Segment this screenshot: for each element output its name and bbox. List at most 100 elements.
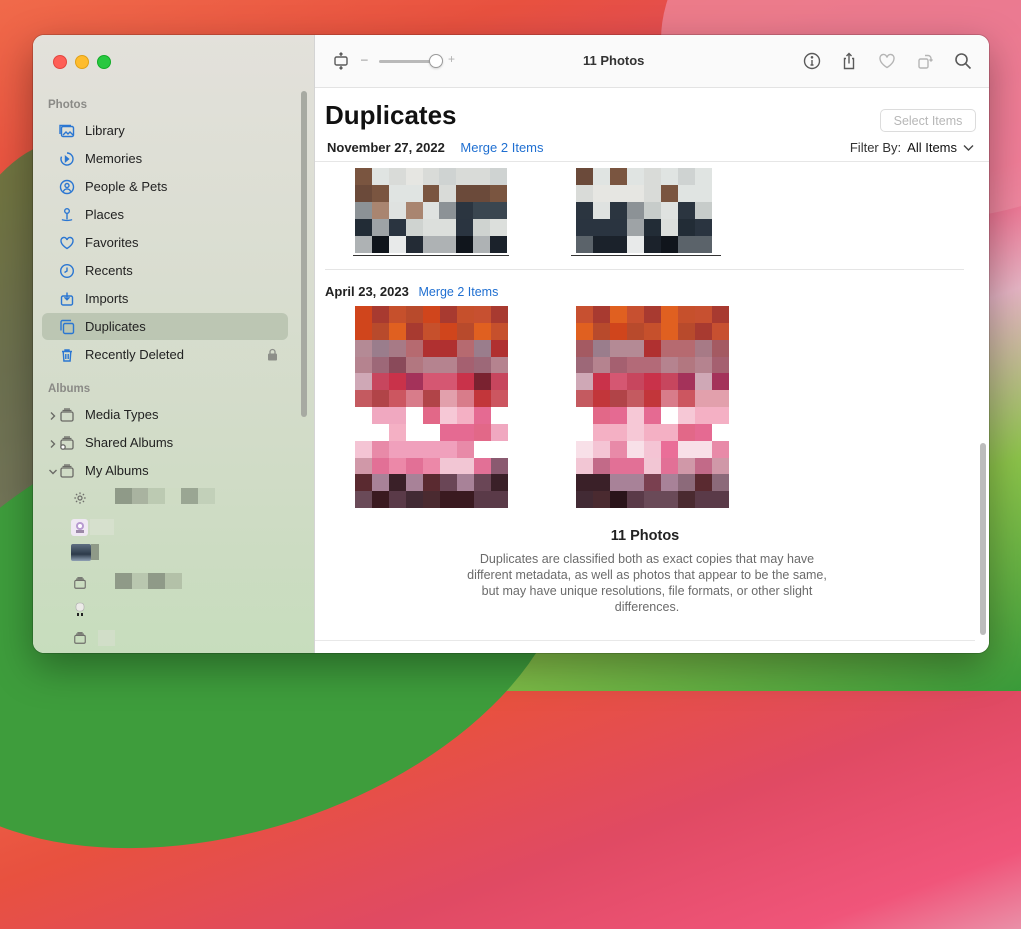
import-icon: [58, 290, 76, 308]
gear-icon: [71, 490, 88, 507]
zoom-in-label: +: [448, 52, 456, 66]
heart-icon: [58, 234, 76, 252]
sidebar-item-label: Memories: [85, 151, 143, 166]
select-items-button[interactable]: Select Items: [880, 109, 976, 132]
sidebar-item-label: Places: [85, 207, 125, 222]
zoom-window-button[interactable]: [97, 55, 111, 69]
sidebar-item-my-albums[interactable]: My Albums: [42, 457, 288, 484]
duplicate-photo[interactable]: [576, 168, 712, 253]
clock-icon: [58, 262, 76, 280]
sidebar-item-label: Media Types: [85, 407, 159, 422]
favorite-heart-icon[interactable]: [877, 51, 897, 71]
chevron-down-icon[interactable]: [48, 465, 58, 475]
filter-dropdown[interactable]: Filter By: All Items: [850, 140, 974, 155]
sidebar-item-library[interactable]: Library: [42, 117, 288, 144]
zoom-slider[interactable]: – +: [361, 52, 465, 68]
toolbar-title: 11 Photos: [583, 53, 645, 68]
shared-album-icon: [58, 434, 76, 452]
content-scrollbar[interactable]: [980, 443, 986, 635]
sidebar-item-shared-albums[interactable]: Shared Albums: [42, 429, 288, 456]
pixelated-album-name: [115, 487, 215, 509]
aspect-toggle-icon[interactable]: [331, 51, 351, 71]
group-header: November 27, 2022 Merge 2 Items: [327, 140, 544, 155]
group-divider: [325, 269, 964, 270]
album-folder-icon: [71, 630, 88, 647]
chevron-right-icon[interactable]: [48, 409, 58, 420]
album-folder-icon: [58, 406, 76, 424]
photo-edge: [571, 255, 721, 256]
sidebar: Photos Library Memories People & Pets Pl…: [33, 35, 315, 653]
duplicates-description: Duplicates are classified both as exact …: [467, 552, 827, 614]
album-item[interactable]: [71, 540, 99, 564]
duplicates-icon: [58, 318, 76, 336]
share-icon[interactable]: [839, 51, 859, 71]
group-header: April 23, 2023 Merge 2 Items: [325, 284, 498, 299]
sidebar-item-label: People & Pets: [85, 179, 168, 194]
sidebar-item-label: Recents: [85, 263, 133, 278]
sidebar-item-label: Duplicates: [85, 319, 146, 334]
zoom-out-label: –: [361, 52, 368, 66]
album-item[interactable]: [71, 571, 182, 595]
group-date: April 23, 2023: [325, 284, 409, 299]
duplicate-photo[interactable]: [576, 306, 729, 508]
sidebar-item-favorites[interactable]: Favorites: [42, 229, 288, 256]
search-icon[interactable]: [953, 51, 973, 71]
filter-label: Filter By:: [849, 140, 902, 155]
toolbar: – + 11 Photos: [315, 35, 989, 88]
album-item[interactable]: [71, 515, 114, 539]
window-controls: [53, 55, 111, 69]
merge-button[interactable]: Merge 2 Items: [418, 285, 498, 299]
main-content: Duplicates Select Items November 27, 202…: [315, 88, 989, 653]
sidebar-scrollbar[interactable]: [301, 91, 307, 417]
photo-edge: [353, 255, 509, 256]
trash-icon: [58, 346, 76, 364]
pixelated-album-name: [115, 572, 182, 594]
albums-section-header: Albums: [48, 383, 91, 395]
minimize-window-button[interactable]: [75, 55, 89, 69]
album-item[interactable]: [71, 598, 88, 622]
duplicate-photo[interactable]: [355, 306, 508, 508]
album-item[interactable]: [71, 486, 215, 510]
sidebar-item-label: Recently Deleted: [85, 347, 184, 362]
sidebar-item-people-pets[interactable]: People & Pets: [42, 173, 288, 200]
sidebar-item-memories[interactable]: Memories: [42, 145, 288, 172]
album-folder-icon: [71, 575, 88, 592]
rotate-icon[interactable]: [915, 51, 935, 71]
sidebar-item-label: Favorites: [85, 235, 139, 250]
merge-button[interactable]: Merge 2 Items: [460, 140, 543, 155]
album-thumbnail: [71, 543, 91, 561]
sidebar-item-recents[interactable]: Recents: [42, 257, 288, 284]
sidebar-item-label: My Albums: [85, 463, 149, 478]
album-thumbnail: [71, 518, 88, 536]
sidebar-item-recently-deleted[interactable]: Recently Deleted: [42, 341, 288, 368]
sidebar-item-imports[interactable]: Imports: [42, 285, 288, 312]
album-thumbnail: [71, 602, 88, 619]
bottom-divider: [315, 640, 975, 641]
memories-icon: [58, 150, 76, 168]
people-icon: [58, 178, 76, 196]
sidebar-item-duplicates[interactable]: Duplicates: [42, 313, 288, 340]
sidebar-item-label: Shared Albums: [85, 435, 174, 450]
slider-track: [379, 60, 435, 63]
sidebar-item-places[interactable]: Places: [42, 201, 288, 228]
photos-window: Photos Library Memories People & Pets Pl…: [33, 35, 989, 653]
group-date: November 27, 2022: [327, 140, 445, 155]
chevron-down-icon: [963, 140, 974, 155]
library-icon: [58, 122, 76, 140]
slider-knob[interactable]: [429, 54, 443, 68]
sidebar-item-label: Library: [85, 123, 125, 138]
lock-icon: [267, 348, 278, 364]
duplicate-photo[interactable]: [355, 168, 507, 253]
chevron-right-icon[interactable]: [48, 437, 58, 448]
close-window-button[interactable]: [53, 55, 67, 69]
page-title: Duplicates: [325, 100, 457, 130]
album-folder-icon: [58, 462, 76, 480]
sidebar-item-label: Imports: [85, 291, 129, 306]
photo-count: 11 Photos: [610, 528, 680, 544]
header-divider: [315, 161, 989, 162]
photos-section-header: Photos: [48, 99, 87, 111]
album-item[interactable]: [71, 626, 115, 650]
info-icon[interactable]: [802, 51, 822, 71]
sidebar-item-media-types[interactable]: Media Types: [42, 401, 288, 428]
filter-value: All Items: [907, 140, 957, 155]
